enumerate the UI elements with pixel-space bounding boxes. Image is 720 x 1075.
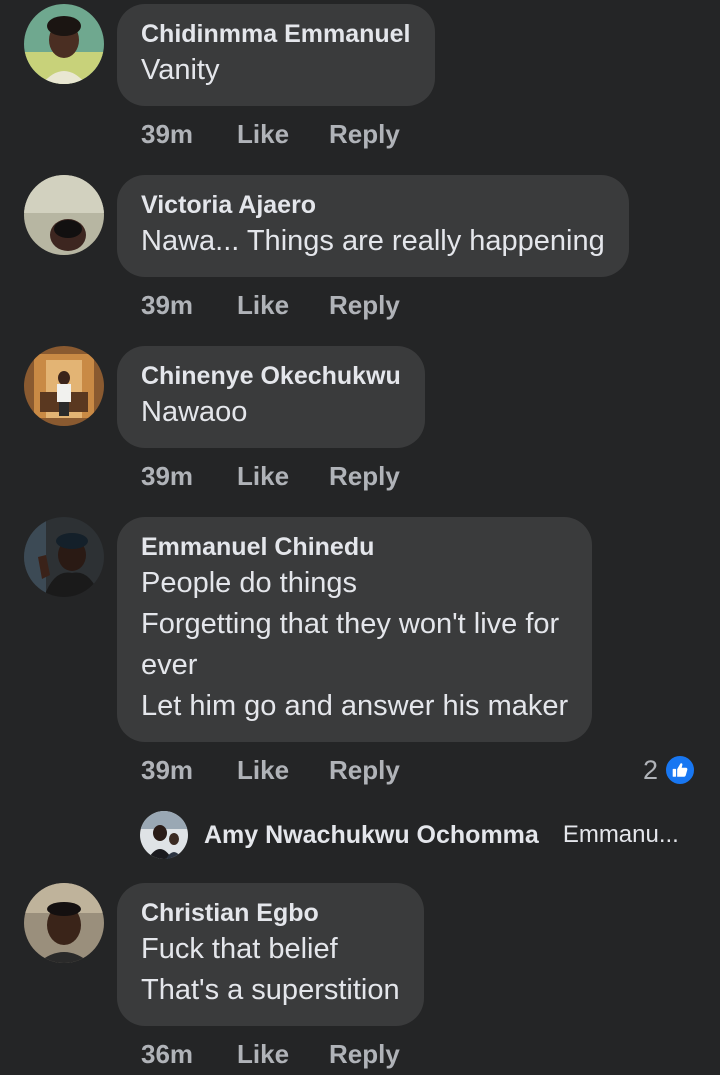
reply-button[interactable]: Reply bbox=[329, 459, 400, 493]
reply-preview-text: Emmanu... bbox=[562, 821, 679, 848]
comment-timestamp[interactable]: 36m bbox=[141, 1037, 237, 1071]
avatar-photo bbox=[24, 883, 104, 963]
comment-bubble[interactable]: Victoria Ajaero Nawa... Things are reall… bbox=[117, 175, 629, 277]
comment-timestamp[interactable]: 39m bbox=[141, 459, 237, 493]
like-button[interactable]: Like bbox=[237, 753, 329, 787]
comment-text: ever bbox=[141, 649, 198, 681]
avatar-photo bbox=[24, 346, 104, 426]
comment-bubble[interactable]: Chidinmma Emmanuel Vanity bbox=[117, 4, 435, 106]
avatar[interactable] bbox=[24, 346, 104, 426]
avatar[interactable] bbox=[24, 4, 104, 84]
comment-timestamp[interactable]: 39m bbox=[141, 117, 237, 151]
reply-preview[interactable]: Amy Nwachukwu Ochomma Emmanu... bbox=[140, 810, 679, 860]
comment-author[interactable]: Christian Egbo bbox=[141, 897, 400, 929]
reaction-summary[interactable]: 2 bbox=[643, 753, 696, 787]
comment-bubble[interactable]: Emmanuel Chinedu People do things Forget… bbox=[117, 517, 593, 742]
comment-text: People do things bbox=[141, 567, 358, 599]
comment-actions: 39m Like Reply bbox=[141, 753, 400, 787]
comment-text: Nawa... Things are really happening bbox=[141, 225, 605, 257]
comment-timestamp[interactable]: 39m bbox=[141, 288, 237, 322]
avatar[interactable] bbox=[24, 517, 104, 597]
comment-actions: 36m Like Reply bbox=[141, 1037, 400, 1071]
like-button[interactable]: Like bbox=[237, 288, 329, 322]
reply-button[interactable]: Reply bbox=[329, 1037, 400, 1071]
thumbs-up-icon bbox=[664, 754, 696, 786]
comment-text: Forgetting that they won't live for bbox=[141, 608, 560, 640]
avatar[interactable] bbox=[24, 883, 104, 963]
reply-author[interactable]: Amy Nwachukwu Ochomma bbox=[204, 821, 539, 850]
comment-author[interactable]: Victoria Ajaero bbox=[141, 189, 605, 221]
comment-author[interactable]: Emmanuel Chinedu bbox=[141, 531, 568, 563]
comment-bubble[interactable]: Christian Egbo Fuck that belief That's a… bbox=[117, 883, 424, 1026]
reaction-count: 2 bbox=[642, 754, 658, 785]
comment-text: Nawaoo bbox=[141, 396, 248, 428]
like-button[interactable]: Like bbox=[237, 459, 329, 493]
avatar[interactable] bbox=[24, 175, 104, 255]
comment-bubble[interactable]: Chinenye Okechukwu Nawaoo bbox=[117, 346, 425, 448]
comment-timestamp[interactable]: 39m bbox=[141, 753, 237, 787]
comment-text: Vanity bbox=[141, 54, 220, 86]
like-button[interactable]: Like bbox=[237, 1037, 329, 1071]
comment-text: That's a superstition bbox=[141, 974, 400, 1006]
comment-text: Let him go and answer his maker bbox=[141, 690, 569, 722]
avatar-photo bbox=[140, 811, 188, 859]
like-button[interactable]: Like bbox=[237, 117, 329, 151]
comment-actions: 39m Like Reply bbox=[141, 117, 400, 151]
avatar-photo bbox=[24, 175, 104, 255]
comment-text: Fuck that belief bbox=[141, 933, 338, 965]
avatar-photo bbox=[24, 4, 104, 84]
comment-author[interactable]: Chinenye Okechukwu bbox=[141, 360, 401, 392]
reply-button[interactable]: Reply bbox=[329, 753, 400, 787]
reply-button[interactable]: Reply bbox=[329, 288, 400, 322]
avatar[interactable] bbox=[140, 811, 188, 859]
comment-author[interactable]: Chidinmma Emmanuel bbox=[141, 18, 411, 50]
reply-button[interactable]: Reply bbox=[329, 117, 400, 151]
avatar-photo bbox=[24, 517, 104, 597]
comment-actions: 39m Like Reply bbox=[141, 459, 400, 493]
comment-actions: 39m Like Reply bbox=[141, 288, 400, 322]
